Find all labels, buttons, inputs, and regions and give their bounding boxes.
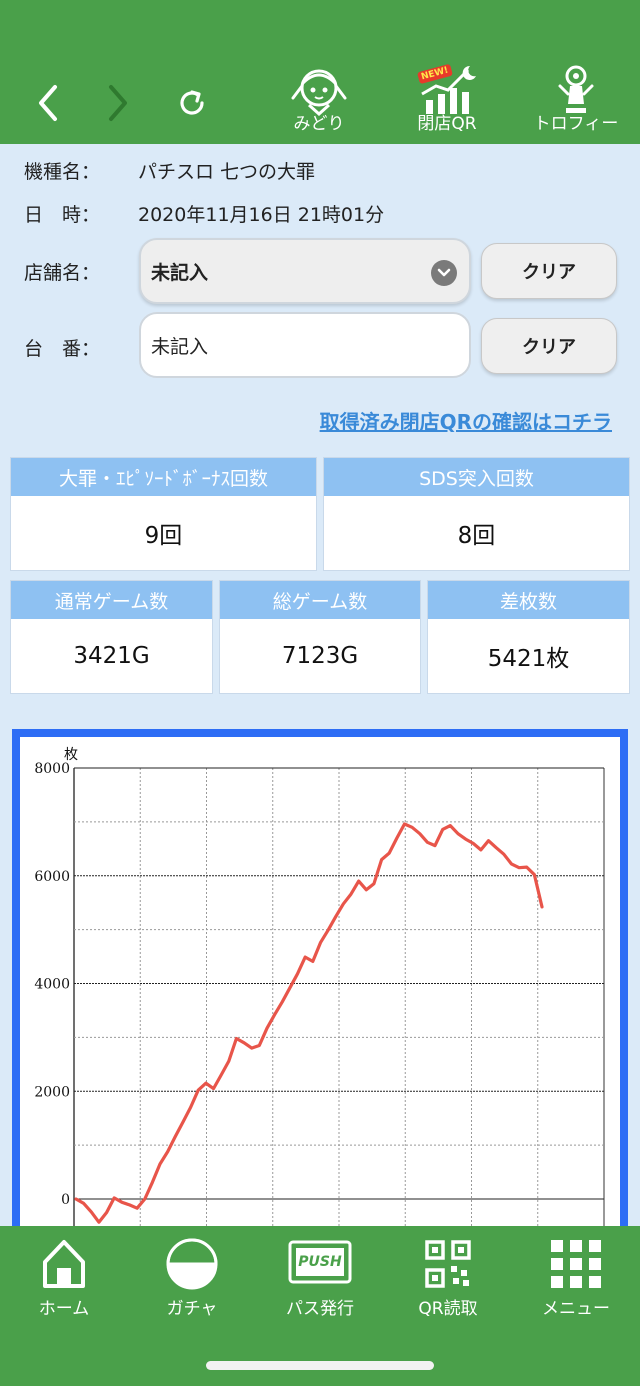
reload-icon: [180, 90, 204, 115]
store-clear-button[interactable]: クリア: [481, 243, 617, 299]
machine-key: 台 番：: [24, 338, 101, 360]
closing-qr-label: 閉店QR: [417, 114, 477, 134]
diff-coins-label: 差枚数: [428, 581, 629, 619]
top-navigation-bar: みどり NEW! 閉店QR トロフィー: [0, 0, 640, 144]
push-icon-text: PUSH: [298, 1254, 342, 1270]
tab-menu[interactable]: メニュー: [516, 1234, 636, 1320]
gacha-icon: [132, 1236, 252, 1294]
tab-gacha-label: ガチャ: [166, 1299, 218, 1319]
chart-y-tick-label: 6000: [34, 869, 70, 885]
store-key: 店舗名：: [24, 262, 101, 284]
sds-count-value: 8回: [457, 523, 496, 549]
reload-button[interactable]: [172, 78, 212, 128]
home-icon: [4, 1236, 124, 1294]
sds-count-card: SDS突入回数 8回: [323, 457, 630, 571]
closing-qr-history-link[interactable]: 取得済み閉店QRの確認はコチラ: [320, 406, 612, 435]
chevron-right-icon: [109, 85, 127, 121]
machine-number-value: 未記入: [151, 335, 209, 358]
chart-svg: 0 2000 4000 6000 8000 枚: [34, 747, 605, 1249]
chart-y-tick-label: 2000: [34, 1084, 70, 1100]
bonus-count-label: 大罪・ｴﾋﾟｿｰﾄﾞﾎﾞｰﾅｽ回数: [11, 458, 316, 496]
total-games-card: 総ゲーム数 7123G: [219, 580, 421, 694]
coin-difference-chart: 0 2000 4000 6000 8000 枚: [12, 729, 628, 1249]
store-select-value: 未記入: [151, 261, 209, 284]
tab-qr-scan-label: QR読取: [418, 1299, 478, 1319]
chart-series-line: [74, 822, 544, 1224]
diff-coins-value: 5421枚: [487, 646, 570, 672]
tab-pass-issue-label: パス発行: [286, 1299, 354, 1319]
menu-grid-icon: [516, 1236, 636, 1294]
tab-qr-scan[interactable]: QR読取: [388, 1234, 508, 1320]
tab-gacha[interactable]: ガチャ: [132, 1234, 252, 1320]
chevron-left-icon: [39, 85, 57, 121]
normal-games-label: 通常ゲーム数: [11, 581, 212, 619]
sds-count-label: SDS突入回数: [324, 458, 629, 496]
push-ticket-icon: PUSH: [260, 1236, 380, 1294]
tab-menu-label: メニュー: [542, 1299, 610, 1319]
datetime-value: 2020年11月16日 21時01分: [138, 204, 385, 226]
qr-code-icon: [388, 1236, 508, 1294]
chart-y-tick-label: 4000: [34, 977, 70, 993]
bonus-count-card: 大罪・ｴﾋﾟｿｰﾄﾞﾎﾞｰﾅｽ回数 9回: [10, 457, 317, 571]
chart-y-tick-label: 8000: [34, 761, 70, 777]
chart-y-tick-label: 0: [61, 1192, 70, 1208]
back-button[interactable]: [28, 78, 68, 128]
midori-label: みどり: [293, 114, 345, 134]
datetime-key: 日 時：: [24, 204, 101, 226]
store-select[interactable]: 未記入: [139, 238, 471, 304]
home-indicator: [206, 1361, 434, 1370]
diff-coins-card: 差枚数 5421枚: [427, 580, 630, 694]
trophy-label: トロフィー: [533, 114, 619, 134]
bonus-count-value: 9回: [144, 523, 183, 549]
midori-button[interactable]: みどり: [264, 60, 374, 140]
model-key: 機種名：: [24, 161, 101, 183]
normal-games-card: 通常ゲーム数 3421G: [10, 580, 213, 694]
chart-y-unit-label: 枚: [64, 747, 78, 763]
tab-home[interactable]: ホーム: [4, 1234, 124, 1320]
chevron-down-icon: [431, 260, 457, 286]
normal-games-value: 3421G: [73, 643, 150, 669]
model-value: パチスロ 七つの大罪: [138, 161, 316, 183]
machine-clear-button[interactable]: クリア: [481, 318, 617, 374]
total-games-value: 7123G: [281, 643, 359, 669]
total-games-label: 総ゲーム数: [220, 581, 420, 619]
tab-home-label: ホーム: [38, 1299, 90, 1319]
forward-button[interactable]: [98, 78, 138, 128]
trophy-button[interactable]: トロフィー: [521, 60, 631, 140]
machine-number-input[interactable]: 未記入: [139, 312, 471, 378]
tab-pass-issue[interactable]: PUSH パス発行: [260, 1234, 380, 1320]
closing-qr-button[interactable]: NEW! 閉店QR: [392, 60, 502, 140]
